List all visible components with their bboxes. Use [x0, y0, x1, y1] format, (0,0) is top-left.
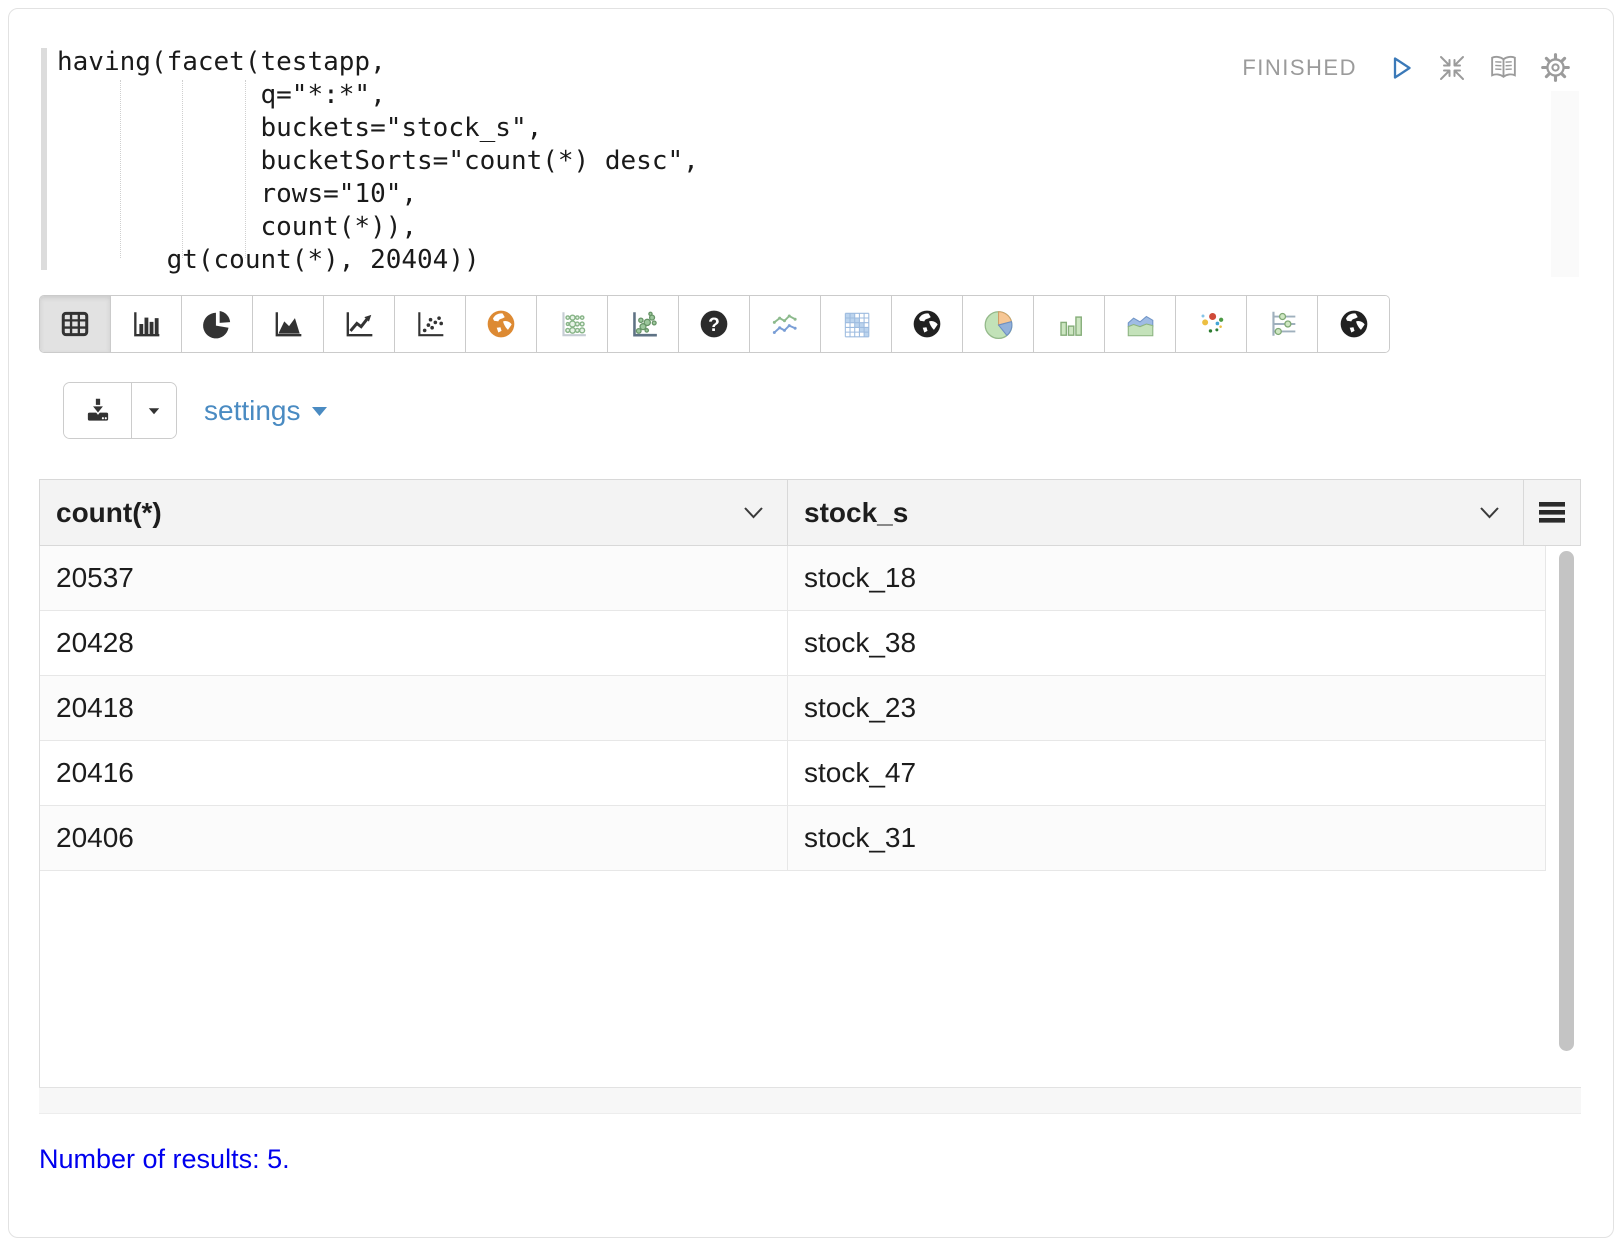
table-cell-count: 20406 [40, 806, 787, 870]
bubble-color-icon [1195, 308, 1227, 340]
hamburger-menu-icon [1538, 501, 1566, 524]
table-cell-count: 20418 [40, 676, 787, 740]
area-chart-icon [272, 308, 304, 340]
table-cell-stock: stock_23 [787, 676, 1545, 740]
horizontal-scrollbar-track [39, 1087, 1581, 1114]
area-color-icon [1124, 308, 1156, 340]
column-label: stock_s [804, 497, 908, 529]
table-cell-count: 20416 [40, 741, 787, 805]
editor-gutter-bar [41, 48, 47, 270]
code-line: count(*)), [57, 211, 699, 244]
caret-down-icon [311, 404, 328, 418]
play-icon[interactable] [1386, 53, 1416, 83]
paragraph-status-bar: FINISHED [1242, 52, 1571, 83]
table-row: 20428stock_38 [40, 611, 1545, 676]
viz-button-area-chart[interactable] [253, 296, 324, 352]
editor-scrollbar-track [1551, 91, 1579, 277]
paragraph-container: having(facet(testapp, q="*:*", buckets="… [8, 8, 1614, 1238]
help-icon: ? [698, 308, 730, 340]
pie-chart-icon [201, 308, 233, 340]
pie-color-icon [982, 308, 1014, 340]
download-button[interactable] [64, 383, 131, 438]
globe-orange-icon [485, 308, 517, 340]
table-row: 20537stock_18 [40, 546, 1545, 611]
table-header: count(*) stock_s [39, 479, 1581, 546]
table-body-rows: 20537stock_1820428stock_3820418stock_232… [40, 546, 1546, 871]
column-label: count(*) [56, 497, 162, 529]
viz-button-globe-orange[interactable] [466, 296, 537, 352]
viz-button-table[interactable] [40, 296, 111, 352]
actions-row: settings [63, 382, 1613, 439]
viz-button-bubble-color[interactable] [1176, 296, 1247, 352]
viz-button-globe-dark2[interactable] [1318, 296, 1389, 352]
results-count-text: Number of results: 5. [39, 1144, 1613, 1175]
download-button-group [63, 382, 177, 439]
chevron-down-icon [1478, 505, 1501, 520]
bubble-matrix-icon [556, 308, 588, 340]
viz-button-area-color[interactable] [1105, 296, 1176, 352]
table-row: 20416stock_47 [40, 741, 1545, 806]
viz-button-heatmap[interactable] [821, 296, 892, 352]
line-chart-icon [343, 308, 375, 340]
book-icon[interactable] [1488, 52, 1519, 83]
table-cell-stock: stock_31 [787, 806, 1545, 870]
viz-button-scatter-chart[interactable] [395, 296, 466, 352]
table-menu-button[interactable] [1524, 480, 1580, 545]
viz-toolbar: ? [39, 295, 1390, 353]
viz-button-multi-line-chart[interactable] [750, 296, 821, 352]
globe-dark-icon [1338, 308, 1370, 340]
code-line: rows="10", [57, 178, 699, 211]
svg-text:?: ? [708, 315, 720, 336]
viz-button-bar-green[interactable] [1034, 296, 1105, 352]
settings-label: settings [204, 395, 301, 427]
table-cell-count: 20537 [40, 546, 787, 610]
table-cell-stock: stock_38 [787, 611, 1545, 675]
settings-link[interactable]: settings [204, 395, 328, 427]
scatter-chart-icon [414, 308, 446, 340]
table-row: 20406stock_31 [40, 806, 1545, 871]
table-cell-stock: stock_18 [787, 546, 1545, 610]
column-header-stock[interactable]: stock_s [788, 480, 1524, 545]
multi-line-chart-icon [769, 308, 801, 340]
viz-button-pie-color[interactable] [963, 296, 1034, 352]
result-table: count(*) stock_s 20537stock_1820 [39, 479, 1581, 1114]
viz-button-help[interactable]: ? [679, 296, 750, 352]
table-cell-count: 20428 [40, 611, 787, 675]
heatmap-icon [840, 308, 872, 340]
globe-dark-icon [911, 308, 943, 340]
table-icon [59, 308, 91, 340]
viz-button-globe-dark[interactable] [892, 296, 963, 352]
code-line: having(facet(testapp, [57, 46, 699, 79]
gear-icon[interactable] [1540, 52, 1571, 83]
code-line: buckets="stock_s", [57, 112, 699, 145]
compress-icon[interactable] [1437, 53, 1467, 83]
viz-button-line-chart[interactable] [324, 296, 395, 352]
sliders-icon [1266, 308, 1298, 340]
viz-button-bubble-scatter[interactable] [608, 296, 679, 352]
vertical-scrollbar[interactable] [1559, 551, 1574, 1051]
table-body: 20537stock_1820428stock_3820418stock_232… [39, 546, 1581, 1087]
code-lines: having(facet(testapp, q="*:*", buckets="… [57, 46, 699, 277]
table-cell-stock: stock_47 [787, 741, 1545, 805]
viz-button-pie-chart[interactable] [182, 296, 253, 352]
caret-down-icon [142, 399, 166, 423]
table-row: 20418stock_23 [40, 676, 1545, 741]
bar-green-icon [1053, 308, 1085, 340]
status-badge: FINISHED [1242, 55, 1357, 81]
viz-button-bar-chart[interactable] [111, 296, 182, 352]
download-icon [82, 395, 114, 427]
viz-button-sliders[interactable] [1247, 296, 1318, 352]
code-line: gt(count(*), 20404)) [57, 244, 699, 277]
chevron-down-icon [742, 505, 765, 520]
download-dropdown-button[interactable] [131, 383, 176, 438]
code-editor[interactable]: having(facet(testapp, q="*:*", buckets="… [39, 46, 1583, 278]
code-line: bucketSorts="count(*) desc", [57, 145, 699, 178]
bubble-scatter-icon [627, 308, 659, 340]
bar-chart-icon [130, 308, 162, 340]
viz-button-bubble-matrix[interactable] [537, 296, 608, 352]
column-header-count[interactable]: count(*) [40, 480, 788, 545]
code-line: q="*:*", [57, 79, 699, 112]
